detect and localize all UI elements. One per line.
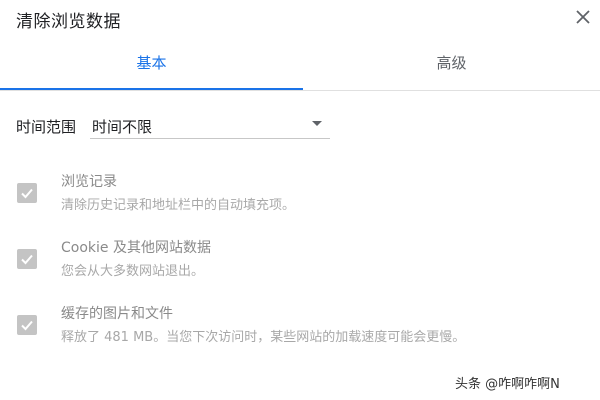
checkmark-icon — [21, 320, 33, 331]
watermark: 头条 @咋啊咋啊N — [455, 377, 560, 392]
checkmark-icon — [21, 188, 33, 199]
clear-browsing-data-dialog: 清除浏览数据 基本 高级 时间范围 时间不限 浏览记录 清除历史记录和地址栏中的… — [0, 0, 600, 400]
option-title: 浏览记录 — [61, 174, 117, 190]
time-range-select[interactable]: 时间不限 — [90, 108, 330, 139]
checkmark-icon — [21, 254, 33, 265]
option-description: 释放了 481 MB。当您下次访问时，某些网站的加载速度可能会更慢。 — [61, 330, 466, 345]
dialog-title: 清除浏览数据 — [16, 12, 121, 32]
time-range-value: 时间不限 — [92, 118, 153, 136]
close-icon[interactable] — [574, 8, 592, 26]
option-title: Cookie 及其他网站数据 — [61, 240, 211, 256]
option-browsing-history: 浏览记录 清除历史记录和地址栏中的自动填充项。 — [0, 171, 600, 227]
cookies-checkbox[interactable] — [17, 249, 37, 269]
option-title: 缓存的图片和文件 — [61, 306, 173, 322]
option-description: 清除历史记录和地址栏中的自动填充项。 — [61, 198, 296, 213]
time-range-label: 时间范围 — [16, 118, 77, 136]
tab-basic[interactable]: 基本 — [0, 40, 303, 90]
tab-advanced[interactable]: 高级 — [303, 40, 600, 88]
tab-bar: 基本 高级 — [0, 40, 600, 91]
cached-files-checkbox[interactable] — [17, 315, 37, 335]
option-cached-files: 缓存的图片和文件 释放了 481 MB。当您下次访问时，某些网站的加载速度可能会… — [0, 303, 600, 359]
dropdown-arrow-icon — [312, 121, 322, 126]
option-cookies: Cookie 及其他网站数据 您会从大多数网站退出。 — [0, 237, 600, 293]
option-description: 您会从大多数网站退出。 — [61, 264, 205, 279]
browsing-history-checkbox[interactable] — [17, 183, 37, 203]
